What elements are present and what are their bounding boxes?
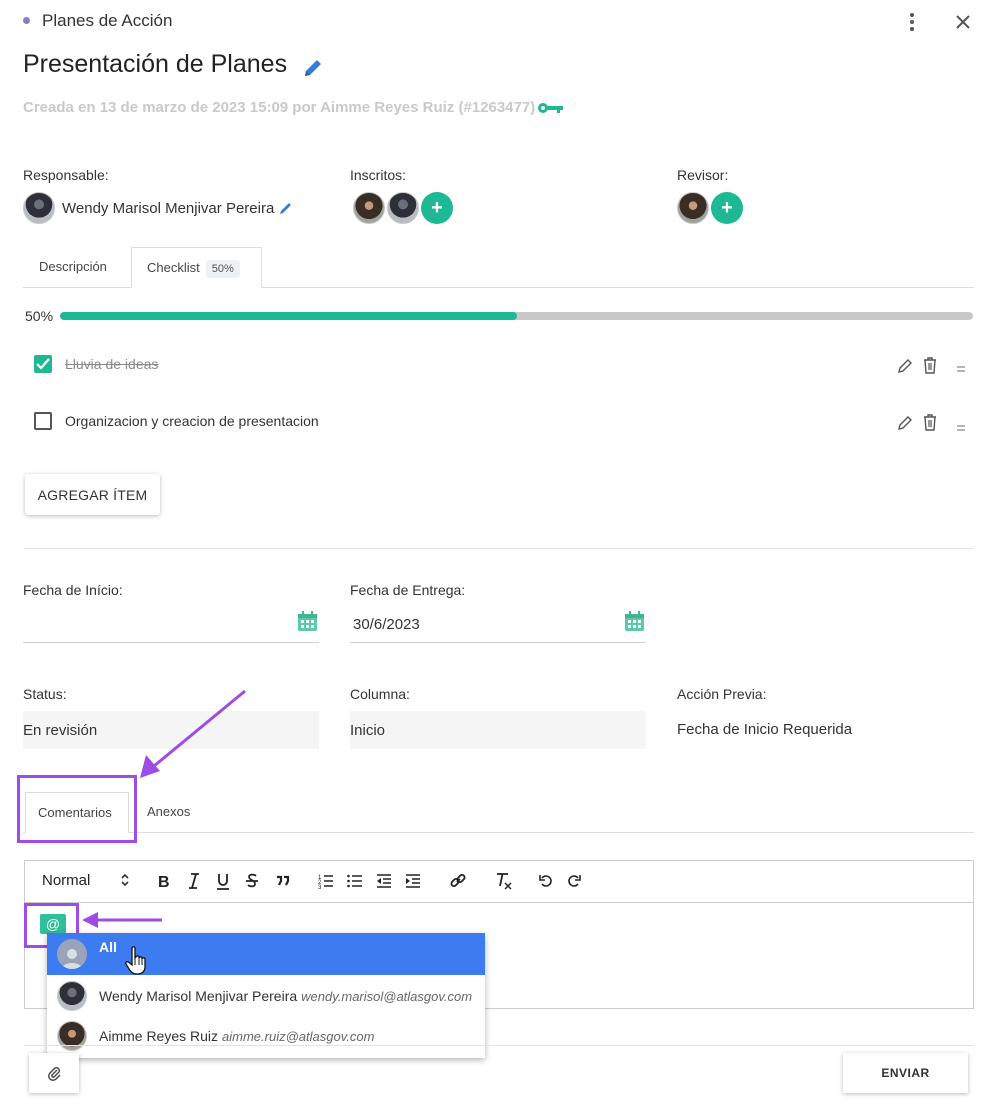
comment-tab-divider [23,832,974,833]
mention-name: Aimme Reyes Ruiz [99,1028,219,1044]
responsable-label: Responsable: [23,167,109,183]
add-revisor-button[interactable]: + [711,192,743,224]
delete-item-icon[interactable] [921,355,939,375]
avatar [353,192,385,224]
avatar [387,192,419,224]
module-dot [23,17,30,24]
tab-anexos[interactable]: Anexos [147,804,190,819]
delete-item-icon[interactable] [921,412,939,432]
underline-icon[interactable] [216,873,230,890]
edit-item-icon[interactable] [896,357,914,375]
edit-responsable-icon[interactable] [278,200,294,216]
tab-checklist[interactable]: Checklist 50% [131,247,262,288]
drag-handle-icon[interactable] [957,419,965,431]
more-vert-icon[interactable] [902,10,922,34]
progress-badge: 50% [205,260,240,278]
section-divider [24,548,974,549]
module-name: Planes de Acción [42,11,173,30]
responsable-name: Wendy Marisol Menjivar Pereira [62,200,275,217]
key-icon [537,100,565,116]
svg-text:3: 3 [318,885,322,889]
tab-checklist-label: Checklist [147,260,200,275]
avatar [57,981,87,1011]
italic-icon[interactable] [187,873,201,889]
add-inscrito-button[interactable]: + [421,192,453,224]
start-date-label: Fecha de Início: [23,582,123,598]
avatar [677,192,709,224]
avatar [57,939,87,969]
clear-format-icon[interactable] [495,872,512,890]
item-text[interactable]: Organizacion y creacion de presentacion [65,413,319,429]
strikethrough-icon[interactable] [245,873,259,889]
format-select[interactable]: Normal [42,872,90,889]
calendar-icon[interactable] [624,611,646,633]
column-field: Inicio [350,711,646,749]
bullet-list-icon[interactable] [347,873,363,889]
add-item-button[interactable]: AGREGAR ÍTEM [25,474,160,515]
status-value: En revisión [23,721,98,739]
calendar-icon[interactable] [297,611,319,633]
item-checkbox[interactable] [34,355,52,373]
created-info: Creada en 13 de marzo de 2023 15:09 por … [23,99,536,116]
footer-divider [24,1045,974,1046]
drag-handle-icon[interactable] [957,360,965,372]
annotation-arrow [82,912,162,928]
edit-title-icon[interactable] [300,55,326,81]
mention-email: wendy.marisol@atlasgov.com [301,988,473,1004]
mention-name: All [99,939,117,955]
annotation-highlight [17,775,137,843]
outdent-icon[interactable] [376,873,392,889]
page-title: Presentación de Planes [23,50,288,78]
prev-action-label: Acción Previa: [677,686,767,702]
due-date-value: 30/6/2023 [353,616,420,633]
svg-text:B: B [158,874,170,889]
progress-bar [60,312,973,320]
progress-fill [60,312,517,320]
avatar [23,192,55,224]
redo-icon[interactable] [568,874,581,887]
status-label: Status: [23,686,67,702]
item-text[interactable]: Lluvia de ideas [65,356,158,372]
annotation-arrow [140,689,246,778]
prev-action-value: Fecha de Inicio Requerida [677,721,853,738]
mention-option-all[interactable]: All [47,933,485,975]
blockquote-icon[interactable] [275,873,290,889]
due-date-label: Fecha de Entrega: [350,582,466,598]
close-icon[interactable] [951,10,975,34]
paperclip-icon [48,1067,61,1081]
mention-name: Wendy Marisol Menjivar Pereira [99,988,298,1004]
undo-icon[interactable] [539,874,552,887]
item-checkbox[interactable] [34,412,52,430]
attach-button[interactable] [29,1053,79,1093]
column-value: Inicio [350,721,386,739]
progress-label: 50% [25,308,54,324]
hand-cursor-icon [125,946,146,975]
due-date-input[interactable]: 30/6/2023 [350,607,646,643]
mention-email: aimme.ruiz@atlasgov.com [222,1028,375,1044]
ordered-list-icon[interactable]: 123 [318,873,334,891]
bold-icon[interactable]: B [157,873,171,891]
inscritos-label: Inscritos: [350,167,407,183]
column-label: Columna: [350,686,410,702]
revisor-label: Revisor: [677,167,729,183]
edit-item-icon[interactable] [896,414,914,432]
mention-option[interactable]: Aimme Reyes Ruiz aimme.ruiz@atlasgov.com [47,1015,485,1057]
tab-descripcion[interactable]: Descripción [39,259,107,274]
link-icon[interactable] [450,873,466,889]
start-date-input[interactable] [23,607,319,643]
indent-icon[interactable] [405,873,421,889]
mention-dropdown: All Wendy Marisol Menjivar Pereira wendy… [47,933,485,1058]
mention-option[interactable]: Wendy Marisol Menjivar Pereira wendy.mar… [47,975,485,1017]
avatar [57,1021,87,1051]
select-arrows-icon[interactable] [121,873,129,887]
send-button[interactable]: ENVIAR [843,1053,968,1093]
